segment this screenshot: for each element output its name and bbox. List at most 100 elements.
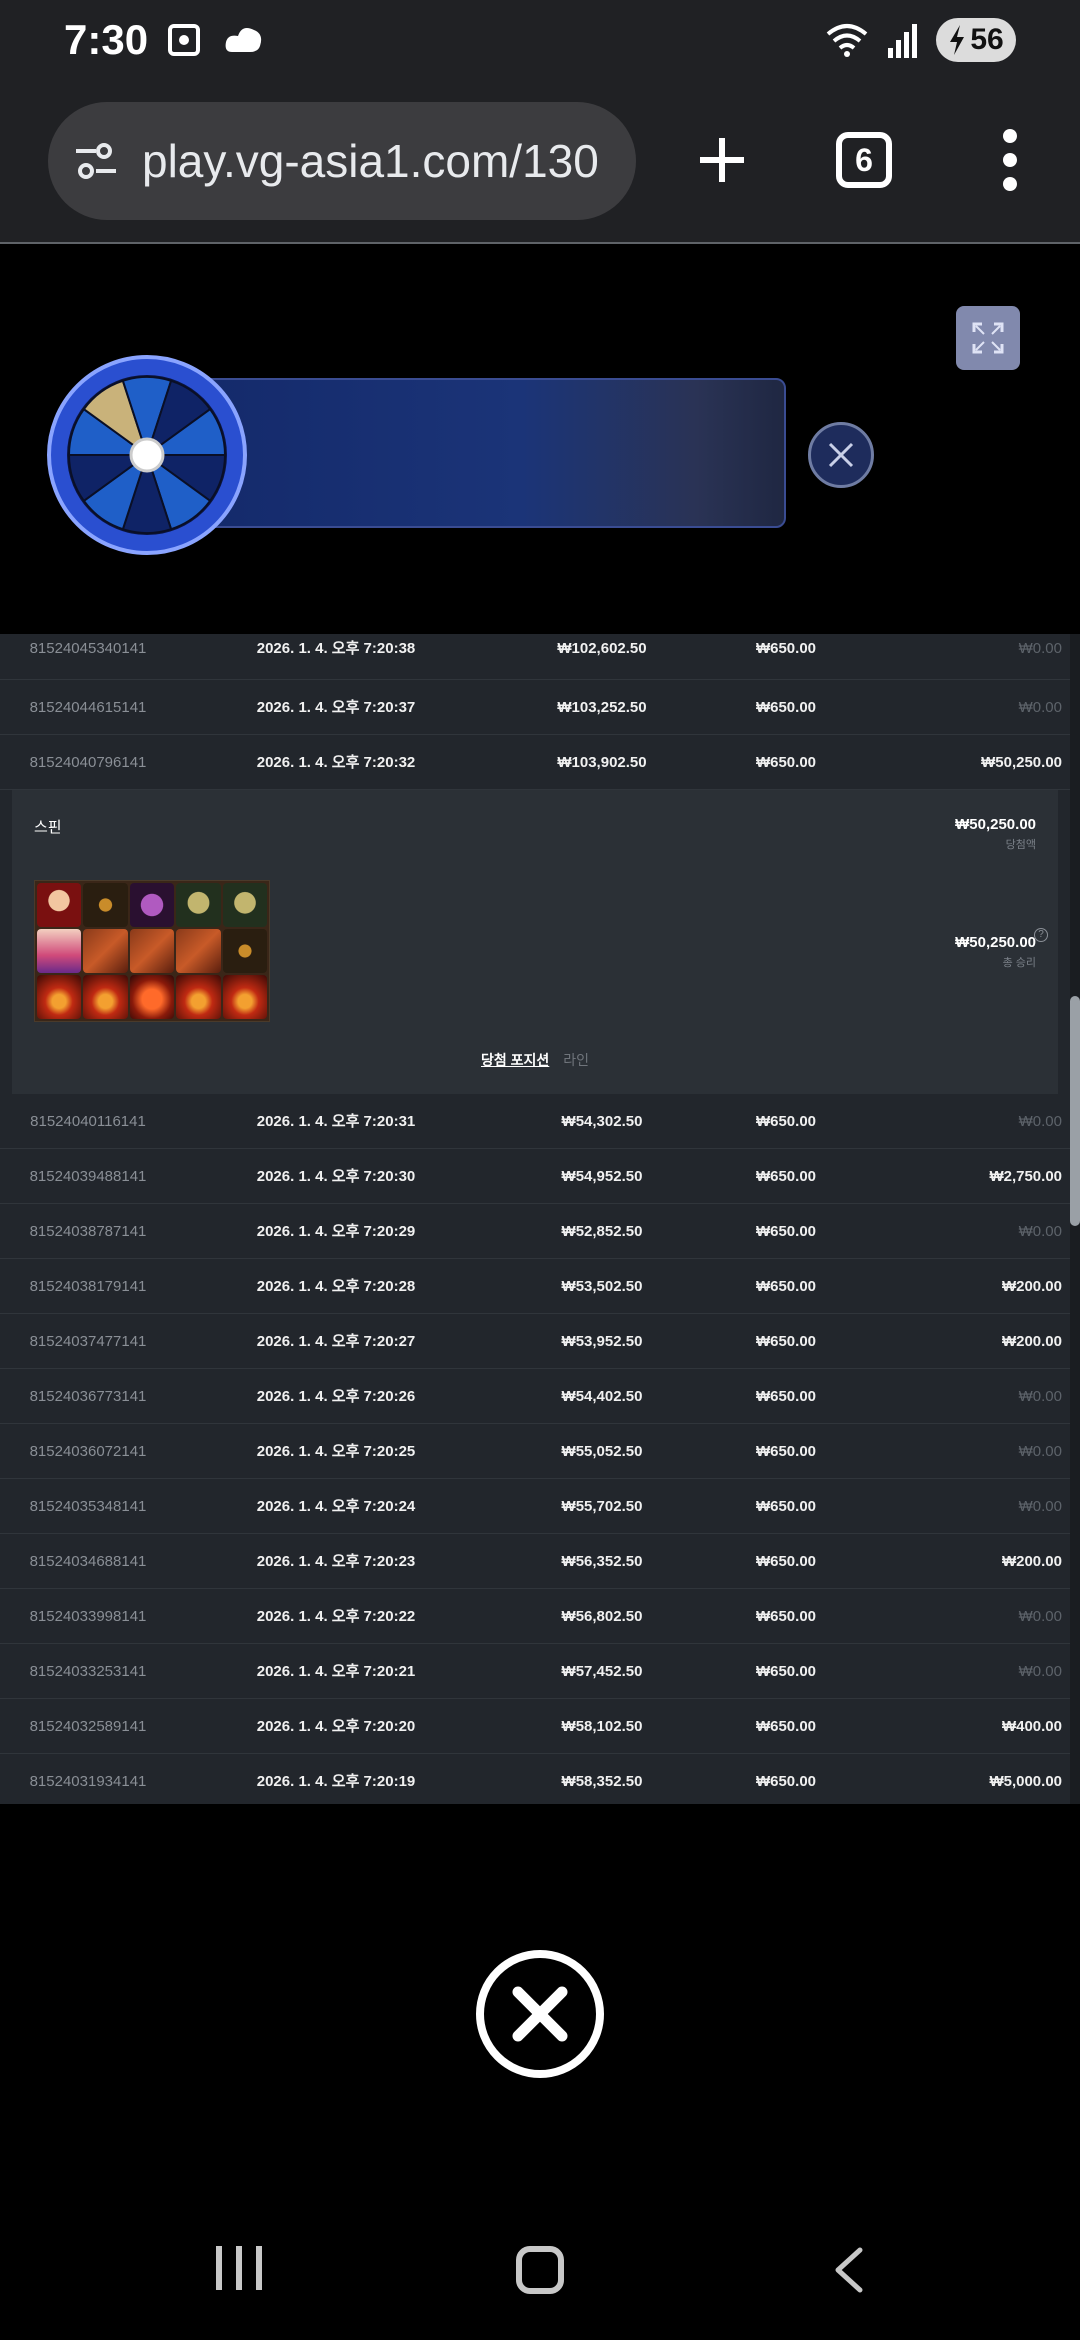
tab-winning-positions[interactable]: 당첨 포지션 (481, 1052, 549, 1068)
round-balance: ₩56,802.50 (561, 1608, 643, 1625)
round-date: 2026. 1. 4. 오후 7:20:29 (256, 1223, 416, 1240)
round-id: 81524038787141 (29, 1223, 147, 1240)
round-bet: ₩650.00 (755, 1663, 817, 1680)
table-row[interactable]: 81524040116141 2026. 1. 4. 오후 7:20:31 ₩54,… (0, 1094, 1070, 1149)
dot-icon (1003, 153, 1017, 167)
round-id: 81524045340141 (29, 640, 147, 657)
site-settings-icon[interactable] (72, 141, 120, 181)
battery-charging-icon (950, 25, 965, 55)
round-balance: ₩55,702.50 (561, 1498, 643, 1515)
reel-symbol-book (83, 929, 128, 973)
round-id: 81524032589141 (29, 1718, 147, 1735)
round-balance: ₩103,902.50 (557, 754, 647, 771)
table-row[interactable]: 81524044615141 2026. 1. 4. 오후 7:20:37 ₩103… (0, 680, 1070, 735)
round-balance: ₩58,352.50 (561, 1773, 643, 1790)
round-id: 81524044615141 (29, 699, 147, 716)
round-date: 2026. 1. 4. 오후 7:20:37 (256, 699, 416, 716)
status-time: 7:30 (64, 16, 149, 63)
reel-symbol-logo (129, 975, 175, 1019)
detail-total-amount: ₩50,250.00 (955, 934, 1036, 951)
round-bet: ₩650.00 (755, 1168, 817, 1185)
table-row[interactable]: 81524032589141 2026. 1. 4. 오후 7:20:20 ₩58,… (0, 1699, 1070, 1754)
url-text[interactable]: play.vg-asia1.com/130 (142, 134, 599, 188)
round-bet: ₩650.00 (755, 640, 817, 657)
table-row[interactable]: 81524031934141 2026. 1. 4. 오후 7:20:19 ₩58,… (0, 1754, 1070, 1804)
reel-symbol-vamp (37, 883, 82, 927)
round-date: 2026. 1. 4. 오후 7:20:22 (256, 1608, 416, 1625)
round-date: 2026. 1. 4. 오후 7:20:20 (256, 1718, 416, 1735)
round-win: ₩0.00 (1018, 1443, 1062, 1460)
more-options-button[interactable] (980, 118, 1040, 202)
spin-detail-panel: 스핀 ₩50,250.00 당첨액 ₩50,250.00 총 승리 ? 당첨 포… (12, 790, 1058, 1094)
reel-symbol-book (176, 929, 221, 973)
table-row[interactable]: 81524035348141 2026. 1. 4. 오후 7:20:24 ₩55,… (0, 1479, 1070, 1534)
bet-history-list[interactable]: 81524045340141 2026. 1. 4. 오후 7:20:38 ₩102… (0, 634, 1070, 1804)
reel-symbol-orb (129, 883, 175, 927)
close-game-button[interactable] (476, 1950, 604, 2078)
wheel-icon[interactable] (46, 354, 248, 556)
cloud-icon (225, 28, 262, 52)
reel-symbol-cross (83, 883, 128, 927)
round-bet: ₩650.00 (755, 699, 817, 716)
recents-bar-icon (236, 2246, 242, 2290)
reel-symbol-skull (176, 883, 221, 927)
round-id: 81524037477141 (29, 1333, 147, 1350)
round-bet: ₩650.00 (755, 1498, 817, 1515)
back-button[interactable] (826, 2246, 874, 2294)
tab-lines[interactable]: 라인 (563, 1052, 589, 1068)
banner-close-button[interactable] (808, 422, 874, 488)
round-date: 2026. 1. 4. 오후 7:20:27 (256, 1333, 416, 1350)
table-row[interactable]: 81524034688141 2026. 1. 4. 오후 7:20:23 ₩56,… (0, 1534, 1070, 1589)
home-button[interactable] (516, 2246, 564, 2294)
round-balance: ₩54,402.50 (561, 1388, 643, 1405)
promo-banner[interactable] (200, 378, 786, 528)
close-icon (828, 442, 854, 468)
url-bar[interactable]: play.vg-asia1.com/130 (48, 102, 636, 220)
reel-symbol-fire (222, 975, 267, 1019)
expand-icon (972, 322, 1004, 354)
round-id: 81524036773141 (29, 1388, 147, 1405)
reel-result-grid (34, 880, 270, 1022)
table-row[interactable]: 81524036773141 2026. 1. 4. 오후 7:20:26 ₩54,… (0, 1369, 1070, 1424)
table-row[interactable]: 81524033998141 2026. 1. 4. 오후 7:20:22 ₩56,… (0, 1589, 1070, 1644)
wifi-icon (826, 24, 868, 57)
round-balance: ₩54,952.50 (561, 1168, 643, 1185)
round-date: 2026. 1. 4. 오후 7:20:24 (256, 1498, 416, 1515)
scrollbar-thumb[interactable] (1070, 996, 1080, 1226)
table-row[interactable]: 81524036072141 2026. 1. 4. 오후 7:20:25 ₩55,… (0, 1424, 1070, 1479)
reel-symbol-fire (83, 975, 128, 1019)
round-balance: ₩103,252.50 (557, 699, 647, 716)
round-id: 81524033253141 (29, 1663, 147, 1680)
round-win: ₩2,750.00 (989, 1168, 1062, 1185)
detail-spin-label: 스핀 (34, 819, 62, 836)
round-win: ₩0.00 (1018, 1663, 1062, 1680)
round-win: ₩0.00 (1018, 1608, 1062, 1625)
table-row[interactable]: 81524045340141 2026. 1. 4. 오후 7:20:38 ₩102… (0, 634, 1070, 680)
fullscreen-button[interactable] (956, 306, 1020, 370)
round-date: 2026. 1. 4. 오후 7:20:28 (256, 1278, 416, 1295)
round-id: 81524033998141 (29, 1608, 147, 1625)
help-icon[interactable]: ? (1034, 928, 1048, 942)
screenshot-icon (168, 24, 200, 56)
round-win: ₩200.00 (1001, 1553, 1062, 1570)
new-tab-button[interactable] (680, 118, 764, 202)
round-bet: ₩650.00 (755, 1223, 817, 1240)
table-row[interactable]: 81524037477141 2026. 1. 4. 오후 7:20:27 ₩53,… (0, 1314, 1070, 1369)
round-date: 2026. 1. 4. 오후 7:20:32 (256, 754, 416, 771)
recents-button[interactable] (216, 2246, 262, 2290)
round-balance: ₩58,102.50 (561, 1718, 643, 1735)
round-date: 2026. 1. 4. 오후 7:20:30 (256, 1168, 416, 1185)
round-bet: ₩650.00 (755, 1388, 817, 1405)
tab-switcher-button[interactable]: 6 (836, 132, 892, 188)
detail-total-label: 총 승리 (1002, 957, 1036, 969)
table-row[interactable]: 81524038787141 2026. 1. 4. 오후 7:20:29 ₩52,… (0, 1204, 1070, 1259)
round-id: 81524034688141 (29, 1553, 147, 1570)
round-date: 2026. 1. 4. 오후 7:20:25 (256, 1443, 416, 1460)
table-row[interactable]: 81524040796141 2026. 1. 4. 오후 7:20:32 ₩103… (0, 735, 1070, 790)
round-balance: ₩57,452.50 (561, 1663, 643, 1680)
table-row[interactable]: 81524038179141 2026. 1. 4. 오후 7:20:28 ₩53,… (0, 1259, 1070, 1314)
round-bet: ₩650.00 (755, 1773, 817, 1790)
dot-icon (1003, 129, 1017, 143)
table-row[interactable]: 81524033253141 2026. 1. 4. 오후 7:20:21 ₩57,… (0, 1644, 1070, 1699)
table-row[interactable]: 81524039488141 2026. 1. 4. 오후 7:20:30 ₩54,… (0, 1149, 1070, 1204)
